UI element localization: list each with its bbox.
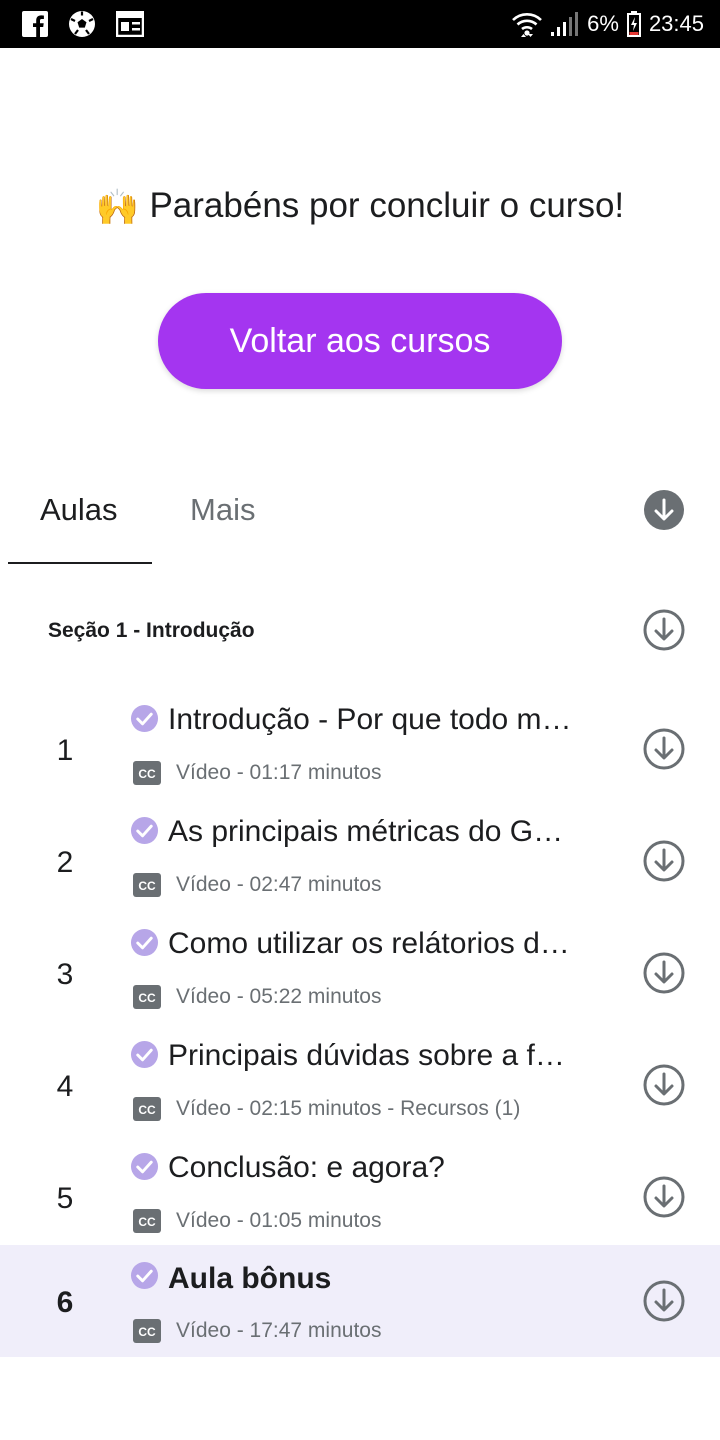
lesson-number: 4 [56,1070,74,1103]
svg-text:CC: CC [138,1325,156,1339]
lesson-number: 5 [56,1182,74,1215]
status-bar: 6% 23:45 [0,0,720,48]
tab-mais[interactable]: Mais [190,490,255,530]
congrats-message: 🙌 Parabéns por concluir o curso! [0,184,720,230]
signal-icon [551,12,579,36]
back-to-courses-button[interactable]: Voltar aos cursos [158,293,562,389]
completed-check-icon [130,1040,159,1069]
lesson-row[interactable]: 4 Principais dúvidas sobre a f… CC Vídeo… [0,1037,720,1149]
lesson-title: Como utilizar os relátorios d… [168,927,570,960]
svg-text:CC: CC [138,1215,156,1229]
lesson-row-current[interactable]: 6 Aula bônus CC Vídeo - 17:47 minutos [0,1245,720,1357]
clock: 23:45 [648,11,704,36]
completed-check-icon [130,1261,159,1290]
lesson-title: Introdução - Por que todo m… [168,703,572,736]
completed-check-icon [130,704,159,733]
lesson-download-icon[interactable] [642,1175,686,1219]
lesson-meta: Vídeo - 02:47 minutos [176,873,382,896]
svg-text:CC: CC [138,767,156,781]
lesson-title: Conclusão: e agora? [168,1151,445,1184]
lesson-meta: Vídeo - 17:47 minutos [176,1319,382,1342]
lesson-download-icon[interactable] [642,839,686,883]
lesson-title: Principais dúvidas sobre a f… [168,1039,565,1072]
lesson-number: 2 [56,846,74,879]
lesson-title: Aula bônus [168,1262,332,1295]
closed-captions-icon: CC [133,1319,161,1343]
battery-charging-icon [626,11,641,37]
lesson-meta: Vídeo - 01:05 minutos [176,1209,382,1232]
lesson-download-icon[interactable] [642,951,686,995]
lesson-number: 1 [56,734,74,767]
soccer-ball-icon [69,11,95,37]
congrats-text: Parabéns por concluir o curso! [149,186,625,225]
completed-check-icon [130,816,159,845]
wifi-icon [512,13,543,37]
lesson-row[interactable]: 1 Introdução - Por que todo m… CC Vídeo … [0,701,720,813]
lesson-meta: Vídeo - 02:15 minutos - Recursos (1) [176,1097,521,1120]
closed-captions-icon: CC [133,1097,161,1121]
svg-text:CC: CC [138,991,156,1005]
svg-text:CC: CC [138,879,156,893]
closed-captions-icon: CC [133,1209,161,1233]
lesson-download-icon[interactable] [642,1279,686,1323]
lesson-meta: Vídeo - 05:22 minutos [176,985,382,1008]
closed-captions-icon: CC [133,985,161,1009]
section-title: Seção 1 - Introdução [48,619,255,642]
completed-check-icon [130,1152,159,1181]
tab-aulas[interactable]: Aulas [40,490,118,530]
lesson-row[interactable]: 2 As principais métricas do G… CC Vídeo … [0,813,720,925]
lesson-row[interactable]: 3 Como utilizar os relátorios d… CC Víde… [0,925,720,1037]
news-icon [116,11,144,37]
tab-selected-indicator [8,562,152,564]
lesson-download-icon[interactable] [642,1063,686,1107]
lesson-title: As principais métricas do G… [168,815,564,848]
raising-hands-emoji: 🙌 [95,187,140,227]
facebook-icon [22,11,48,37]
closed-captions-icon: CC [133,873,161,897]
download-all-icon[interactable] [644,490,684,530]
battery-percent: 6% [587,11,619,36]
lesson-number: 3 [56,958,74,991]
lesson-download-icon[interactable] [642,727,686,771]
section-download-icon[interactable] [642,608,686,652]
closed-captions-icon: CC [133,761,161,785]
lesson-meta: Vídeo - 01:17 minutos [176,761,382,784]
svg-text:CC: CC [138,1103,156,1117]
lesson-number: 6 [56,1286,74,1319]
completed-check-icon [130,928,159,957]
